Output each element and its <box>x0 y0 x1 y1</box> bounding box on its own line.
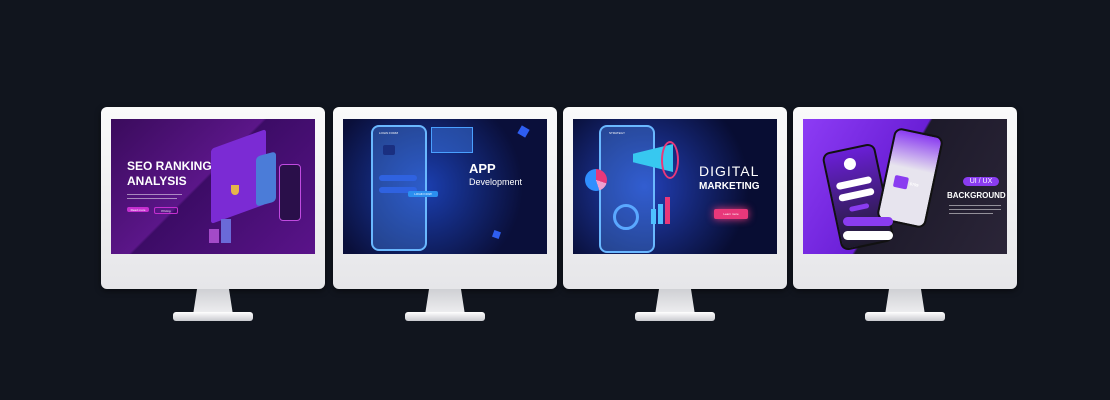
app-title: APP <box>469 161 496 176</box>
monitor-frame: SEO RANKING ANALYSIS Read more Pricing <box>101 107 325 289</box>
phone-illustration: LOGIN FORM <box>371 125 427 251</box>
phone-illustration <box>279 164 301 221</box>
monitor-frame: $799 UI / UX BACKGROUND <box>793 107 1017 289</box>
avatar <box>842 156 858 172</box>
marketing-subtitle: MARKETING <box>699 181 760 192</box>
monitor-marketing: STRATEGY DIGITAL MARKETING Learn more <box>563 107 787 322</box>
monitor-frame: LOGIN FORM LOGIN NOW APP Development <box>333 107 557 289</box>
monitor-seo: SEO RANKING ANALYSIS Read more Pricing <box>101 107 325 322</box>
phone-illustration: STRATEGY <box>599 125 655 253</box>
magnifier-icon <box>613 204 639 230</box>
monitor-frame: STRATEGY DIGITAL MARKETING Learn more <box>563 107 787 289</box>
pie-chart-icon <box>585 169 607 191</box>
seo-title: SEO RANKING ANALYSIS <box>127 159 212 188</box>
marketing-title: DIGITAL <box>699 163 760 179</box>
screen-app-development: LOGIN FORM LOGIN NOW APP Development <box>343 119 547 254</box>
uiux-title: BACKGROUND <box>947 191 1006 200</box>
monitor-app: LOGIN FORM LOGIN NOW APP Development <box>333 107 557 322</box>
screen-seo-ranking: SEO RANKING ANALYSIS Read more Pricing <box>111 119 315 254</box>
uiux-badge: UI / UX <box>963 177 999 186</box>
login-now-button[interactable]: LOGIN NOW <box>408 191 438 197</box>
screen-uiux-background: $799 UI / UX BACKGROUND <box>803 119 1007 254</box>
trophy-icon <box>231 185 239 195</box>
monitor-uiux: $799 UI / UX BACKGROUND <box>793 107 1017 322</box>
read-more-button[interactable]: Read more <box>127 207 149 212</box>
phone-illustration: $799 <box>875 126 945 230</box>
app-subtitle: Development <box>469 177 523 187</box>
pricing-button[interactable]: Pricing <box>154 207 178 214</box>
learn-more-button[interactable]: Learn more <box>714 209 748 219</box>
screen-digital-marketing: STRATEGY DIGITAL MARKETING Learn more <box>573 119 777 254</box>
